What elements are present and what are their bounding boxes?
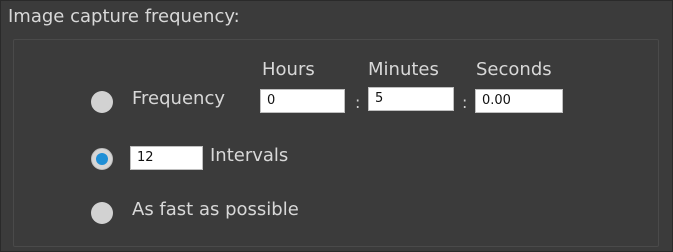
minutes-input[interactable]: 5 <box>368 87 454 111</box>
seconds-input[interactable]: 0.00 <box>475 89 563 113</box>
frequency-label: Frequency <box>132 88 225 109</box>
hours-input[interactable]: 0 <box>260 89 345 113</box>
frequency-radio[interactable] <box>91 91 113 113</box>
seconds-column-label: Seconds <box>476 59 552 80</box>
time-separator: : <box>462 93 468 112</box>
fastest-radio[interactable] <box>91 202 113 224</box>
intervals-radio[interactable] <box>91 148 113 170</box>
minutes-column-label: Minutes <box>368 59 439 80</box>
time-separator: : <box>355 93 361 112</box>
intervals-label: Intervals <box>210 145 289 166</box>
section-title: Image capture frequency: <box>8 6 240 27</box>
hours-column-label: Hours <box>262 59 315 80</box>
intervals-input[interactable]: 12 <box>130 146 203 170</box>
capture-frequency-panel: Image capture frequency: Hours Minutes S… <box>0 0 673 252</box>
fastest-label: As fast as possible <box>132 199 299 220</box>
